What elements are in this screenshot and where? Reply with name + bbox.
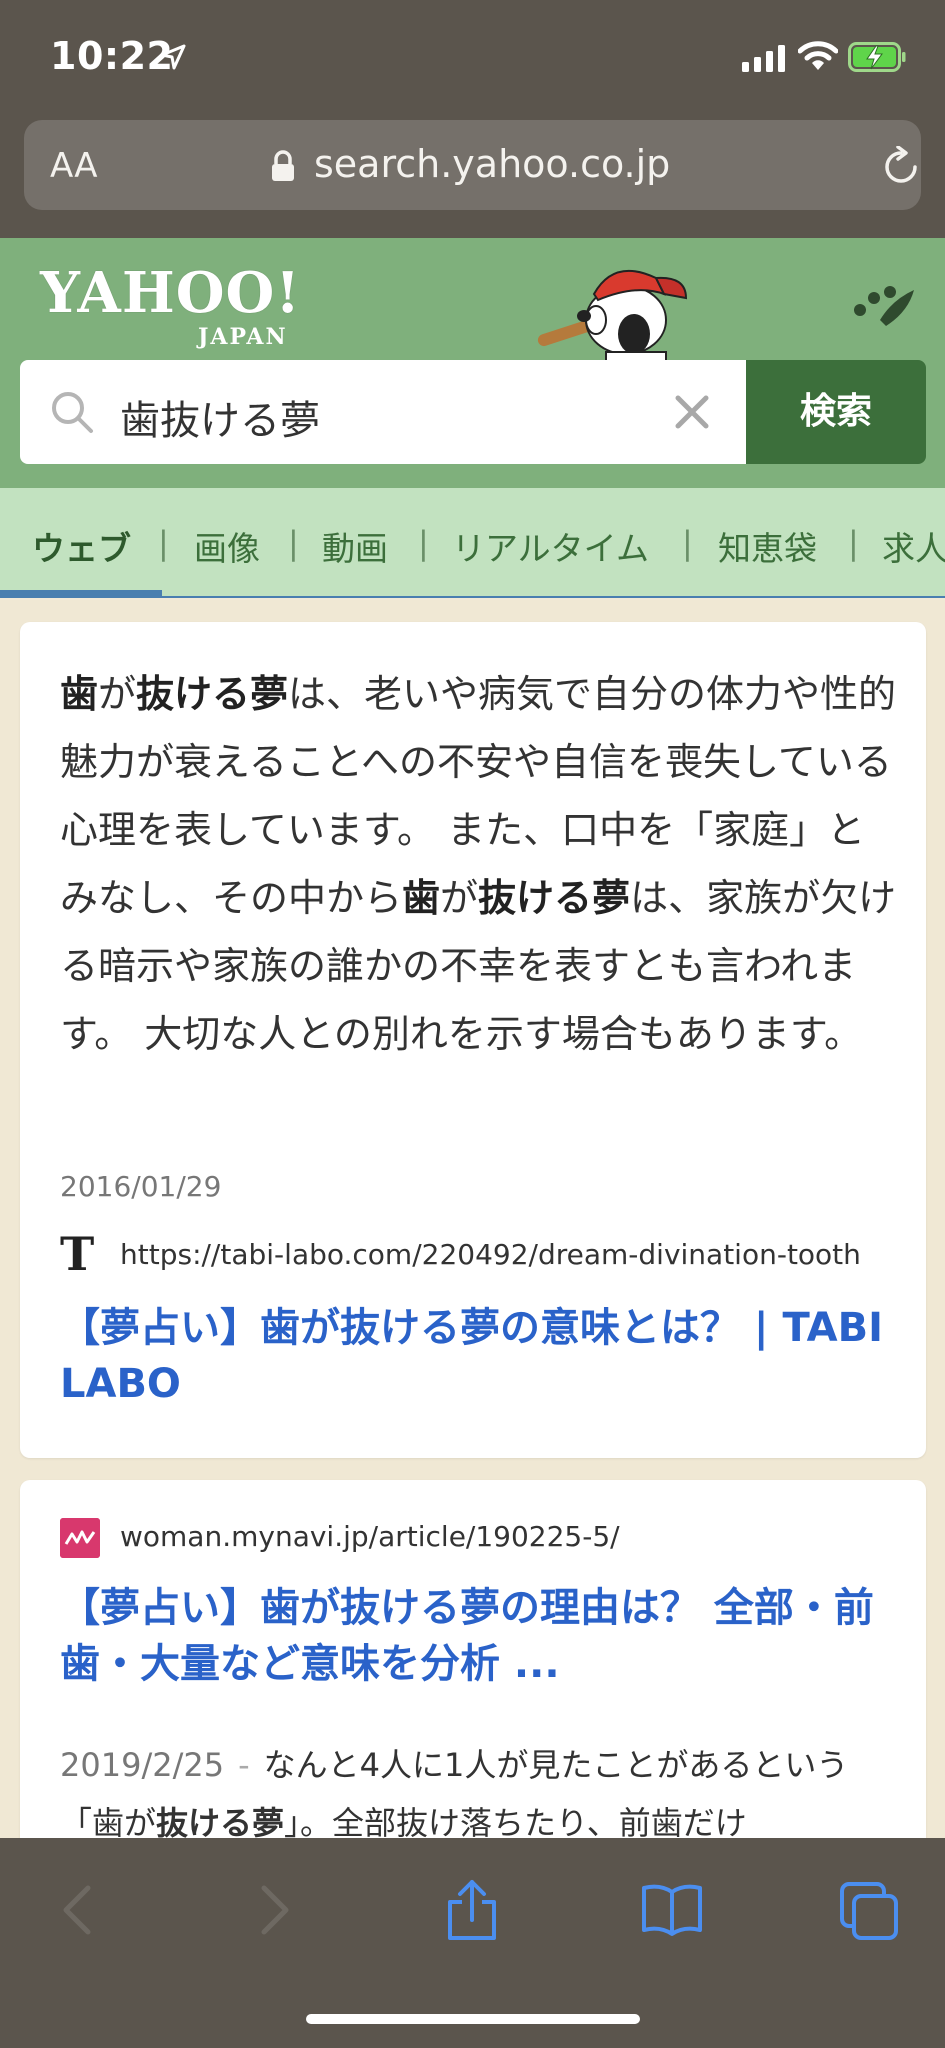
home-indicator <box>306 2014 640 2024</box>
yahoo-japan-logo[interactable]: YAHOO! JAPAN <box>40 260 301 350</box>
highlighted-keyword: 抜ける夢 <box>136 672 289 716</box>
browser-address-region: AA search.yahoo.co.jp <box>0 118 945 238</box>
highlighted-keyword: 歯 <box>60 672 99 716</box>
reload-icon[interactable] <box>880 146 922 188</box>
tab-separator: | <box>158 524 169 562</box>
paw-print-icon[interactable] <box>852 280 918 332</box>
search-query: 歯抜ける夢 <box>120 398 320 444</box>
snippet-text: が <box>98 672 137 716</box>
clear-icon[interactable] <box>672 392 712 432</box>
back-icon[interactable] <box>48 1878 112 1942</box>
highlighted-keyword: 抜ける夢 <box>156 1804 285 1842</box>
address-bar[interactable]: AA search.yahoo.co.jp <box>24 120 921 210</box>
result-title-link[interactable]: 【夢占い】歯が抜ける夢の理由は？ 全部・前歯・大量など意味を分析 ... <box>60 1580 900 1692</box>
search-input[interactable]: 歯抜ける夢 <box>20 360 746 464</box>
bookmarks-icon[interactable] <box>640 1878 704 1942</box>
mascot-illustration <box>537 269 688 372</box>
tab-realtime[interactable]: リアルタイム <box>452 522 649 570</box>
mynavi-favicon <box>60 1518 100 1558</box>
forward-icon[interactable] <box>240 1878 304 1942</box>
battery-charging-icon <box>848 42 906 72</box>
tab-separator: | <box>682 524 693 562</box>
result-card: woman.mynavi.jp/article/190225-5/ 【夢占い】歯… <box>20 1480 926 1880</box>
search-button[interactable]: 検索 <box>746 360 926 464</box>
highlighted-keyword: 抜ける夢 <box>478 876 631 920</box>
result-url[interactable]: https://tabi-labo.com/220492/dream-divin… <box>120 1238 861 1271</box>
featured-snippet: 歯が抜ける夢は、老いや病気で自分の体力や性的魅力が衰えることへの不安や自信を喪失… <box>60 660 900 1068</box>
search-row: 歯抜ける夢 検索 <box>20 360 926 464</box>
highlighted-keyword: 歯 <box>402 876 441 920</box>
address-url: search.yahoo.co.jp <box>314 142 671 186</box>
search-icon <box>52 392 93 433</box>
aa-label: AA <box>50 146 98 186</box>
status-time: 10:22 <box>50 34 174 78</box>
tabi-labo-favicon: T <box>60 1227 95 1281</box>
tabs-icon[interactable] <box>836 1878 900 1942</box>
result-date-dash: - <box>238 1746 250 1784</box>
tab-images[interactable]: 画像 <box>194 522 260 570</box>
tab-separator: | <box>288 524 299 562</box>
location-arrow-icon <box>160 44 186 70</box>
result-date: 2019/2/25 <box>60 1746 225 1784</box>
cellular-signal-icon <box>742 45 785 72</box>
tab-jobs[interactable]: 求人 <box>882 522 945 570</box>
share-icon[interactable] <box>440 1878 504 1942</box>
result-url[interactable]: woman.mynavi.jp/article/190225-5/ <box>120 1520 620 1553</box>
logo-sub: JAPAN <box>198 324 288 350</box>
wifi-icon <box>798 41 838 70</box>
tab-chiebukuro[interactable]: 知恵袋 <box>718 522 817 570</box>
logo-main: YAHOO! <box>40 260 301 326</box>
result-date: 2016/01/29 <box>60 1170 222 1203</box>
lock-icon <box>272 150 294 181</box>
tab-web[interactable]: ウェブ <box>32 522 131 570</box>
yahoo-header: YAHOO! JAPAN 歯抜ける夢 検索 <box>0 238 945 488</box>
tab-separator: | <box>418 524 429 562</box>
status-bar: 10:22 <box>0 0 945 118</box>
search-tabs: ウェブ | 画像 | 動画 | リアルタイム | 知恵袋 | 求人 <box>0 488 945 598</box>
snippet-text: が <box>440 876 479 920</box>
tab-separator: | <box>848 524 859 562</box>
result-title-link[interactable]: 【夢占い】歯が抜ける夢の意味とは？ | TABI LABO <box>60 1300 900 1412</box>
snippet-text: 」。全部抜け落ちたり、前歯だけ <box>284 1804 747 1842</box>
reader-text-size-button[interactable]: AA <box>50 146 97 186</box>
featured-result-card: 歯が抜ける夢は、老いや病気で自分の体力や性的魅力が衰えることへの不安や自信を喪失… <box>20 622 926 1458</box>
tab-video[interactable]: 動画 <box>322 522 388 570</box>
result-snippet: 2019/2/25- なんと4人に1人が見たことがあるという「歯が抜ける夢」。全部… <box>60 1736 910 1852</box>
active-tab-indicator <box>0 590 162 596</box>
